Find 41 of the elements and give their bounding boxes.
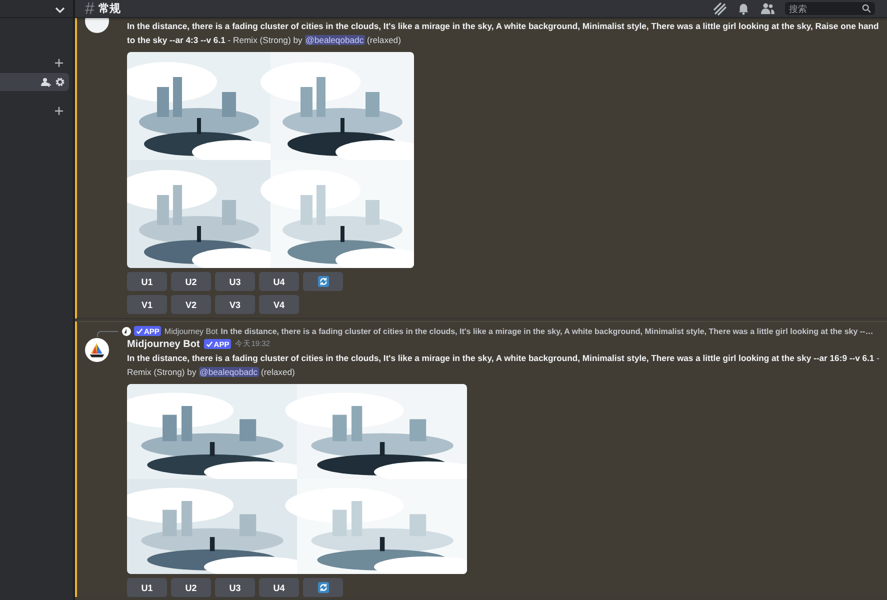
variation-button[interactable]: U4 <box>259 578 299 597</box>
channel-title: 常规 <box>98 2 120 16</box>
channel-item[interactable] <box>0 73 69 91</box>
reroll-button[interactable] <box>303 578 343 597</box>
check-icon <box>206 340 213 348</box>
variation-button[interactable]: V4 <box>259 295 299 314</box>
add-member-icon <box>41 77 51 87</box>
refresh-icon <box>318 582 328 593</box>
variation-button[interactable]: U2 <box>171 578 211 597</box>
search-field[interactable]: 搜索 <box>785 2 875 15</box>
plus-icon[interactable] <box>55 59 63 67</box>
mention-link[interactable]: @bealeqobadc <box>304 35 365 45</box>
mention-link[interactable]: @bealeqobadc <box>198 367 259 377</box>
threads-icon[interactable] <box>713 2 727 16</box>
variation-button[interactable]: V2 <box>171 295 211 314</box>
check-icon <box>136 328 143 334</box>
variation-button[interactable]: V3 <box>215 295 255 314</box>
chevron-down-icon[interactable] <box>55 6 65 12</box>
sailboat-icon <box>88 341 106 359</box>
message-text: In the distance, there is a fading cluster of cities in the clouds, It's like a mirage in the sky, A white background, Minimalist style, There was a little girl looking at the sky --ar 16:9 --v 6.1 - Remix (Strong) by @bealeqobadc (relaxed) <box>127 352 880 379</box>
variation-button[interactable]: U2 <box>171 272 211 291</box>
plus-icon[interactable] <box>55 107 63 115</box>
author-name[interactable]: Midjourney Bot <box>127 338 200 350</box>
variation-button[interactable]: U3 <box>215 272 255 291</box>
reroll-button[interactable] <box>303 272 343 291</box>
variation-button[interactable]: U1 <box>127 578 167 597</box>
variation-button[interactable]: U3 <box>215 578 255 597</box>
members-icon[interactable] <box>760 2 775 15</box>
bot-avatar-icon <box>122 326 131 336</box>
settings-icon <box>55 77 65 87</box>
channel-hash-icon: # <box>85 0 94 17</box>
reply-preview[interactable]: In the distance, there is a fading cluster of cities in the clouds, It's like a mirage in the sky, A white background, Minimalist style, There was a little girl looking at the sky --… <box>220 326 874 336</box>
variation-button[interactable]: U1 <box>127 272 167 291</box>
variation-button[interactable]: U4 <box>259 272 299 291</box>
bell-icon[interactable] <box>737 2 750 15</box>
search-icon[interactable] <box>862 4 871 13</box>
refresh-icon <box>318 276 328 287</box>
message-text: In the distance, there is a fading cluster of cities in the clouds, It's like a mirage in the sky, A white background, Minimalist style, There was a little girl looking at the sky, Raise one hand to the sky --ar 4:3 --v 6.1 - Remix (Strong) by @bealeqobadc (relaxed) <box>127 20 880 47</box>
bot-avatar[interactable] <box>85 338 109 362</box>
reply-author[interactable]: Midjourney Bot <box>164 326 218 336</box>
variation-button[interactable]: V1 <box>127 295 167 314</box>
